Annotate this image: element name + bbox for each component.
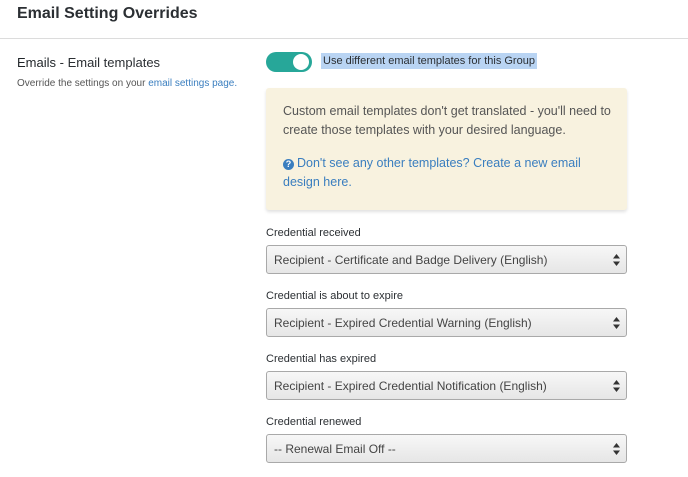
up-down-arrows-icon: [613, 317, 620, 329]
emails-label: Emails - Email templates: [17, 55, 237, 70]
toggle-knob: [293, 54, 309, 70]
credential-expired-value: Recipient - Expired Credential Notificat…: [274, 379, 547, 393]
question-circle-icon: ?: [283, 159, 294, 170]
email-settings-link[interactable]: email settings page.: [148, 78, 237, 89]
create-email-design-link[interactable]: ? Don't see any other templates? Create a…: [283, 154, 611, 192]
up-down-arrows-icon: [613, 443, 620, 455]
credential-expire-soon-select[interactable]: Recipient - Expired Credential Warning (…: [266, 308, 627, 337]
credential-expire-soon-label: Credential is about to expire: [266, 290, 403, 302]
override-note: Override the settings on your email sett…: [17, 78, 237, 89]
override-note-text: Override the settings on your: [17, 78, 149, 89]
section-divider: [0, 38, 688, 39]
different-templates-toggle-label[interactable]: Use different email templates for this G…: [321, 53, 537, 69]
emails-setting-description: Emails - Email templates Override the se…: [17, 55, 237, 89]
emails-label-rest: - Email templates: [56, 55, 161, 70]
different-templates-toggle[interactable]: [266, 52, 312, 72]
email-setting-overrides-page: Email Setting Overrides Emails - Email t…: [0, 0, 688, 477]
credential-renewed-label: Credential renewed: [266, 416, 362, 428]
credential-expired-select[interactable]: Recipient - Expired Credential Notificat…: [266, 371, 627, 400]
credential-received-value: Recipient - Certificate and Badge Delive…: [274, 253, 548, 267]
credential-received-select[interactable]: Recipient - Certificate and Badge Delive…: [266, 245, 627, 274]
up-down-arrows-icon: [613, 254, 620, 266]
up-down-arrows-icon: [613, 380, 620, 392]
create-email-design-link-text[interactable]: Don't see any other templates? Create a …: [283, 156, 581, 189]
credential-expired-label: Credential has expired: [266, 353, 377, 365]
credential-renewed-select[interactable]: -- Renewal Email Off --: [266, 434, 627, 463]
translation-notice: Custom email templates don't get transla…: [266, 88, 627, 210]
notice-text: Custom email templates don't get transla…: [283, 104, 611, 137]
credential-received-label: Credential received: [266, 227, 361, 239]
section-title: Email Setting Overrides: [17, 5, 198, 22]
credential-expire-soon-value: Recipient - Expired Credential Warning (…: [274, 316, 532, 330]
emails-label-bold: Emails: [17, 55, 57, 70]
credential-renewed-value: -- Renewal Email Off --: [274, 442, 396, 456]
